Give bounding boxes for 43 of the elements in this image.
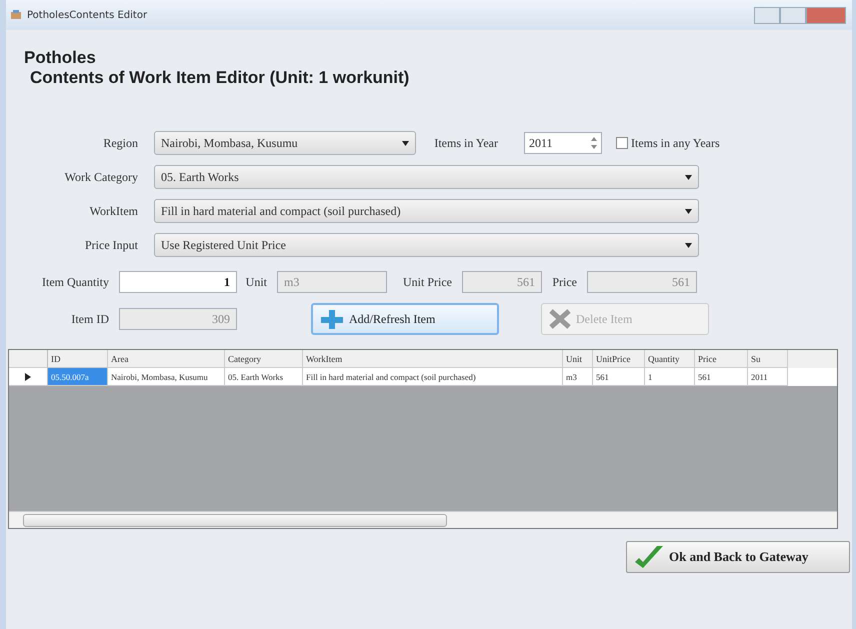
table-cell[interactable]: 561: [695, 368, 748, 386]
any-years-checkbox[interactable]: Items in any Years: [616, 136, 720, 150]
table-cell[interactable]: 561: [593, 368, 645, 386]
window-title: PotholesContents Editor: [27, 10, 148, 20]
table-cell[interactable]: Nairobi, Mombasa, Kusumu: [108, 368, 225, 386]
dropdown[interactable]: Use Registered Unit Price: [154, 233, 699, 257]
year-spinner[interactable]: 2011: [524, 132, 602, 154]
year-label: Items in Year: [433, 136, 499, 150]
spinner-arrows-icon: [589, 135, 599, 151]
plus-icon: [319, 308, 345, 330]
maximize-button[interactable]: [780, 6, 806, 24]
form-heading: Potholes: [24, 48, 97, 68]
form-subheading: Contents of Work Item Editor (Unit: 1 workunit): [30, 68, 410, 88]
dropdown-arrow-icon: [685, 242, 692, 248]
input-field[interactable]: 1: [119, 271, 237, 293]
field-label: Unit: [244, 274, 268, 290]
table-cell[interactable]: 2011: [748, 368, 788, 386]
table-cell[interactable]: 05. Earth Works: [225, 368, 303, 386]
dropdown-arrow-icon: [685, 174, 692, 180]
horizontal-scrollbar[interactable]: [9, 511, 837, 528]
field-label: Price: [551, 274, 578, 290]
combo-label: Work Category: [64, 170, 139, 184]
current-row-icon: [25, 372, 31, 380]
app-icon: [10, 9, 22, 21]
dropdown[interactable]: 05. Earth Works: [154, 165, 699, 189]
dropdown-arrow-icon: [402, 140, 409, 146]
minimize-button[interactable]: [754, 6, 780, 24]
field-label: Unit Price: [402, 274, 453, 290]
dropdown-arrow-icon: [685, 208, 692, 214]
table-cell[interactable]: Fill in hard material and compact (soil purchased): [303, 368, 563, 386]
cross-icon: [548, 308, 572, 330]
table-cell[interactable]: m3: [563, 368, 593, 386]
field-label: Item ID: [70, 312, 110, 326]
field-label: Item Quantity: [41, 274, 110, 290]
region-dropdown[interactable]: Nairobi, Mombasa, Kusumu: [154, 131, 416, 155]
add-refresh-button[interactable]: Add/Refresh Item: [311, 303, 499, 335]
combo-label: Price Input: [84, 238, 139, 252]
region-label: Region: [102, 136, 139, 150]
combo-label: WorkItem: [88, 204, 139, 218]
ok-back-button[interactable]: Ok and Back to Gateway: [626, 541, 850, 573]
dropdown[interactable]: Fill in hard material and compact (soil purchased): [154, 199, 699, 223]
close-button[interactable]: [806, 6, 846, 24]
table-cell[interactable]: 1: [645, 368, 695, 386]
